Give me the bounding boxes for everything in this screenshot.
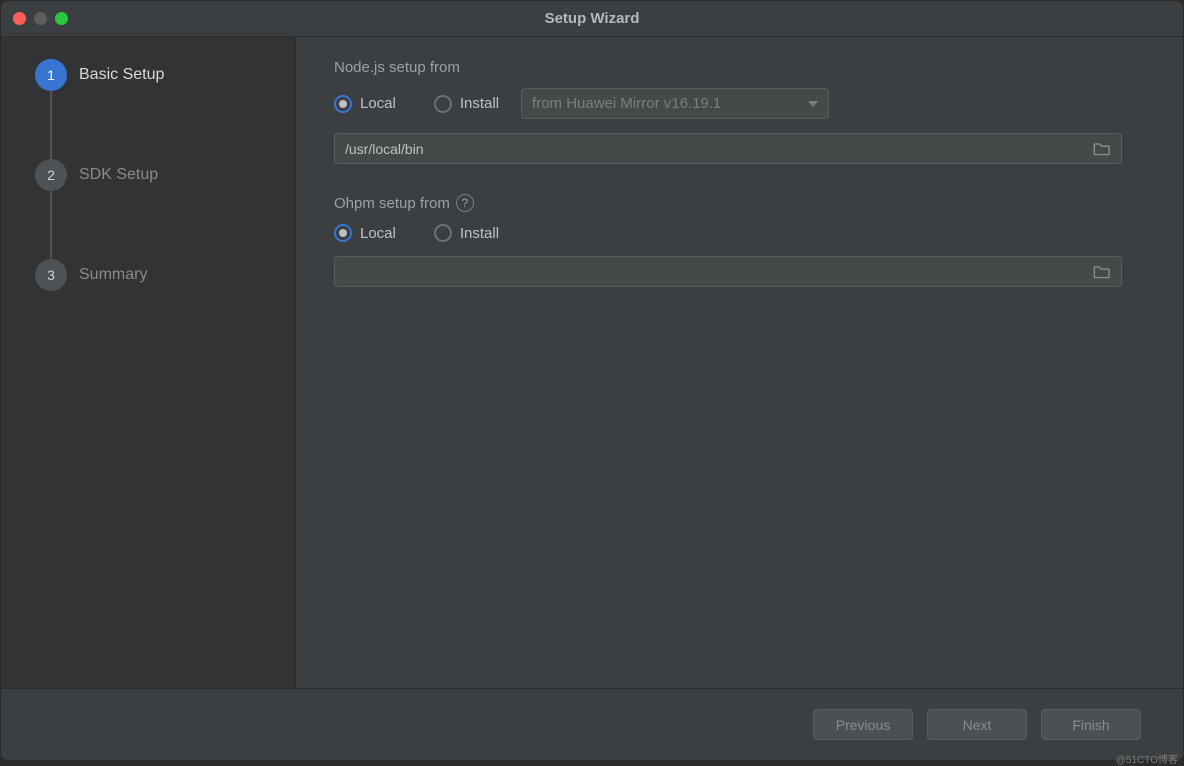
chevron-down-icon [808,101,818,107]
minimize-icon[interactable] [34,12,47,25]
close-icon[interactable] [13,12,26,25]
wizard-sidebar: 1 Basic Setup 2 SDK Setup 3 Summary [1,37,296,688]
nodejs-heading: Node.js setup from [334,59,1139,76]
dropdown-value: from Huawei Mirror v16.19.1 [532,95,721,112]
sidebar-step-basic-setup[interactable]: 1 Basic Setup [35,59,295,91]
radio-icon [334,224,352,242]
folder-icon[interactable] [1093,265,1111,279]
radio-label: Local [360,225,396,242]
next-button[interactable]: Next [927,709,1027,740]
previous-button[interactable]: Previous [813,709,913,740]
step-connector [50,91,52,159]
radio-icon [434,224,452,242]
nodejs-path-field[interactable] [345,141,1093,157]
step-label: SDK Setup [79,166,158,184]
window-controls [13,12,68,25]
radio-label: Local [360,95,396,112]
sidebar-step-sdk-setup[interactable]: 2 SDK Setup [35,159,295,191]
nodejs-path-input[interactable] [334,133,1122,164]
nodejs-radio-local[interactable]: Local [334,95,396,113]
setup-wizard-window: Setup Wizard 1 Basic Setup 2 SDK Setup 3… [0,0,1184,761]
step-number: 2 [35,159,67,191]
nodejs-heading-text: Node.js setup from [334,59,460,76]
help-icon[interactable]: ? [456,194,474,212]
sidebar-step-summary[interactable]: 3 Summary [35,259,295,291]
wizard-body: 1 Basic Setup 2 SDK Setup 3 Summary Node… [1,37,1183,688]
ohpm-heading: Ohpm setup from ? [334,194,1139,212]
watermark-text: @51CTO博客 [1116,751,1178,766]
maximize-icon[interactable] [55,12,68,25]
step-number: 3 [35,259,67,291]
wizard-footer: Previous Next Finish [1,688,1183,760]
radio-icon [334,95,352,113]
ohpm-radio-install[interactable]: Install [434,224,499,242]
nodejs-radio-row: Local Install from Huawei Mirror v16.19.… [334,88,1139,119]
step-number: 1 [35,59,67,91]
nodejs-mirror-dropdown[interactable]: from Huawei Mirror v16.19.1 [521,88,829,119]
nodejs-radio-group: Local Install [334,95,499,113]
window-title: Setup Wizard [1,10,1183,27]
ohpm-path-field[interactable] [345,264,1093,280]
step-label: Basic Setup [79,66,164,84]
step-label: Summary [79,266,147,284]
folder-icon[interactable] [1093,142,1111,156]
wizard-main: Node.js setup from Local Install from Hu… [296,37,1183,688]
radio-label: Install [460,95,499,112]
ohpm-heading-text: Ohpm setup from [334,195,450,212]
radio-label: Install [460,225,499,242]
ohpm-path-input[interactable] [334,256,1122,287]
finish-button[interactable]: Finish [1041,709,1141,740]
ohpm-radio-local[interactable]: Local [334,224,396,242]
ohpm-radio-group: Local Install [334,224,499,242]
titlebar: Setup Wizard [1,1,1183,37]
ohpm-radio-row: Local Install [334,224,1139,242]
nodejs-radio-install[interactable]: Install [434,95,499,113]
radio-icon [434,95,452,113]
step-connector [50,191,52,259]
